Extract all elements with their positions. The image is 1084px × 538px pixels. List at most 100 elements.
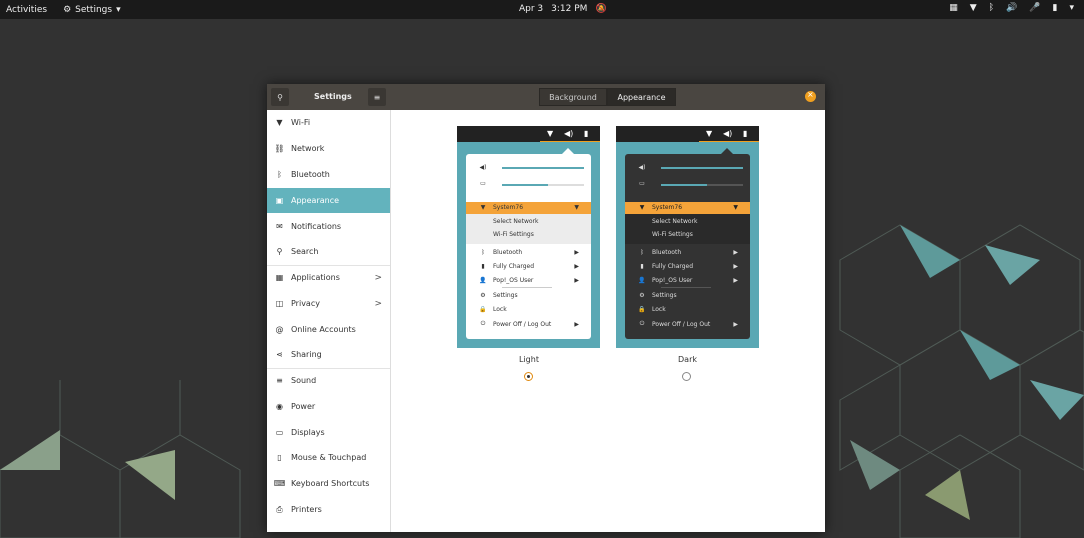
app-menu[interactable]: ⚙ Settings ▾ (63, 5, 121, 15)
chevron-right-icon: ▶ (733, 249, 738, 256)
bluetooth-item[interactable]: ᛒ Bluetooth ▶ (625, 249, 750, 256)
sidebar-item-keyboard-shortcuts[interactable]: ⌨ Keyboard Shortcuts (267, 471, 390, 496)
menu-button[interactable]: ≡ (368, 88, 386, 106)
lock-item[interactable]: 🔒 Lock (466, 306, 591, 313)
sidebar-item-online-accounts[interactable]: @ Online Accounts (267, 317, 390, 342)
chevron-right-icon: ▶ (574, 277, 579, 284)
sidebar-item-appearance[interactable]: ▣ Appearance (267, 188, 390, 213)
date-label: Apr 3 (519, 4, 544, 14)
battery-icon: ▮ (481, 263, 485, 270)
sidebar-item-applications[interactable]: ▦ Applications > (267, 265, 390, 290)
sidebar-item-network[interactable]: ⛓ Network (267, 136, 390, 161)
volume-icon: ◀) (638, 164, 646, 171)
hamburger-icon: ≡ (373, 92, 381, 102)
sidebar-item-label: Sound (291, 376, 317, 385)
volume-icon: ◀) (564, 129, 574, 138)
mouse-icon: ▯ (277, 453, 282, 462)
light-caption: Light (519, 355, 539, 364)
search-icon: ⚲ (277, 92, 283, 102)
chevron-down-icon: ▼ (574, 204, 579, 211)
tab-appearance[interactable]: Appearance (607, 88, 676, 106)
wifi-settings-label: Wi-Fi Settings (493, 231, 534, 238)
gear-icon: ⚙ (63, 4, 72, 15)
bluetooth-item[interactable]: ᛒ Bluetooth ▶ (466, 249, 591, 256)
battery-item[interactable]: ▮ Fully Charged ▶ (625, 263, 750, 270)
sidebar-item-privacy[interactable]: ◫ Privacy > (267, 291, 390, 316)
bluetooth-icon: ᛒ (481, 249, 485, 256)
sidebar-item-mouse-touchpad[interactable]: ▯ Mouse & Touchpad (267, 445, 390, 470)
sidebar-item-sharing[interactable]: ⋖ Sharing (267, 342, 390, 367)
user-item[interactable]: 👤 Pop!_OS User ▶ (625, 277, 750, 284)
view-switcher: Background Appearance (539, 88, 676, 106)
search-icon: ⚲ (276, 247, 283, 256)
select-network-label: Select Network (493, 218, 539, 225)
select-network-item[interactable]: Select Network (625, 218, 750, 225)
display-brightness-icon: ▭ (480, 180, 486, 187)
wifi-icon: ▼ (706, 129, 713, 138)
sidebar-item-printers[interactable]: ⎙ Printers (267, 497, 390, 522)
power-item[interactable]: ⏻ Power Off / Log Out ▶ (625, 320, 750, 328)
wifi-network-label-row: ▼ System76 ▼ (466, 204, 591, 211)
sidebar-item-sound[interactable]: ≡ Sound (267, 368, 390, 393)
tab-background[interactable]: Background (539, 88, 607, 106)
settings-window: ⚲ Settings ≡ Background Appearance × ▼ Wi… (267, 84, 825, 532)
sidebar-item-power[interactable]: ◉ Power (267, 394, 390, 419)
volume-slider[interactable] (661, 167, 743, 169)
light-radio[interactable] (524, 372, 533, 381)
gear-icon: ⚙ (480, 292, 486, 299)
network-name: System76 (493, 204, 524, 211)
dark-radio[interactable] (682, 372, 691, 381)
sidebar-item-label: Sharing (291, 350, 322, 359)
sidebar-item-label: Power (291, 402, 316, 411)
brightness-slider[interactable] (502, 184, 548, 186)
clock[interactable]: Apr 3 3:12 PM 🔕 (519, 4, 607, 14)
search-button[interactable]: ⚲ (271, 88, 289, 106)
wifi-settings-item[interactable]: Wi-Fi Settings (466, 231, 591, 238)
volume-icon: ◀) (479, 164, 487, 171)
close-button[interactable]: × (805, 90, 816, 102)
user-icon: 👤 (638, 277, 646, 284)
select-network-item[interactable]: Select Network (466, 218, 591, 225)
sidebar: ▼ Wi-Fi ⛓ Network ᛒ Bluetooth ▣ Appearance ✉ Noti… (267, 110, 391, 532)
appearance-icon: ▣ (275, 196, 284, 205)
volume-slider[interactable] (502, 167, 584, 169)
sidebar-item-wi-fi[interactable]: ▼ Wi-Fi (267, 110, 390, 135)
battery-item[interactable]: ▮ Fully Charged ▶ (466, 263, 591, 270)
system-tray[interactable]: ▦ ▼ ᛒ 🔊 🎤 ▮ ▾ (949, 3, 1074, 13)
online-accounts-icon: @ (275, 325, 284, 334)
sidebar-item-label: Network (291, 144, 325, 153)
power-item[interactable]: ⏻ Power Off / Log Out ▶ (466, 320, 591, 328)
light-theme-preview[interactable]: ▼ ◀) ▮ ◀) ▭ ▼ System76 ▼ Select Network … (457, 126, 600, 348)
notifications-icon: ✉ (276, 222, 283, 231)
settings-label: Settings (493, 292, 518, 299)
microphone-icon: 🎤 (1029, 3, 1041, 13)
bluetooth-icon: ᛒ (988, 3, 995, 13)
network-name: System76 (652, 204, 683, 211)
wifi-icon: ▼ (639, 204, 645, 211)
brightness-slider[interactable] (661, 184, 707, 186)
sidebar-item-notifications[interactable]: ✉ Notifications (267, 214, 390, 239)
sidebar-item-label: Online Accounts (291, 325, 356, 334)
workspaces-icon[interactable]: ▦ (949, 3, 958, 13)
bluetooth-label: Bluetooth (652, 249, 682, 256)
battery-icon: ▮ (584, 129, 589, 138)
power-icon: ⏻ (639, 320, 645, 327)
settings-item[interactable]: ⚙ Settings (466, 292, 591, 299)
lock-icon: 🔒 (479, 306, 487, 313)
user-label: Pop!_OS User (493, 277, 534, 284)
sidebar-item-search[interactable]: ⚲ Search (267, 239, 390, 264)
user-item[interactable]: 👤 Pop!_OS User ▶ (466, 277, 591, 284)
sidebar-item-bluetooth[interactable]: ᛒ Bluetooth (267, 162, 390, 187)
display-brightness-icon: ▭ (639, 180, 645, 187)
activities-button[interactable]: Activities (6, 5, 47, 15)
chevron-right-icon: ▶ (733, 320, 738, 328)
dark-caption: Dark (678, 355, 697, 364)
lock-item[interactable]: 🔒 Lock (625, 306, 750, 313)
sidebar-item-displays[interactable]: ▭ Displays (267, 420, 390, 445)
power-label: Power Off / Log Out (652, 320, 711, 328)
wifi-settings-item[interactable]: Wi-Fi Settings (625, 231, 750, 238)
keyboard-icon: ⌨ (273, 479, 286, 488)
indicator-underline (540, 141, 600, 142)
settings-item[interactable]: ⚙ Settings (625, 292, 750, 299)
dark-theme-preview[interactable]: ▼ ◀) ▮ ◀) ▭ ▼ System76 ▼ Select Network … (616, 126, 759, 348)
